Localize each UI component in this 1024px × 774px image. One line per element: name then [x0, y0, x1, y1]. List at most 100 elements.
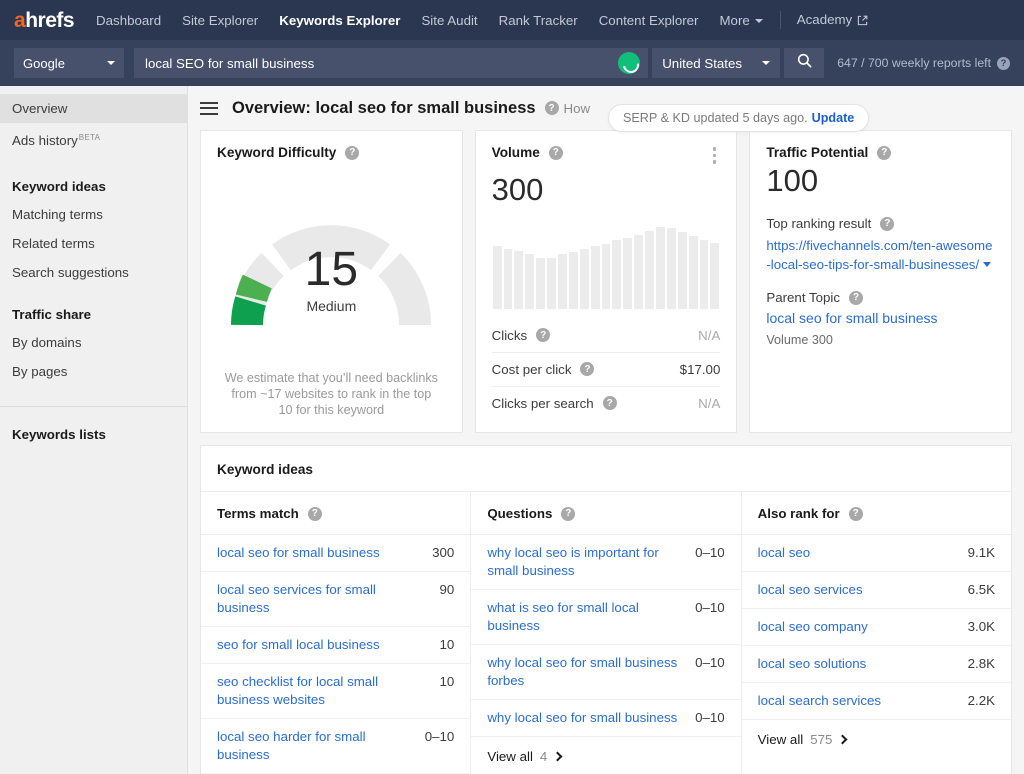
column-header: Questions?: [471, 492, 741, 535]
search-button[interactable]: [784, 48, 825, 78]
kd-gauge-center: 15 Medium: [201, 244, 462, 315]
traffic-card-body: Traffic Potential ? 100 Top ranking resu…: [750, 131, 1011, 359]
help-icon[interactable]: ?: [536, 328, 551, 342]
volume-card-body: Volume ? 300 Clicks? N/A Cost per click …: [476, 131, 737, 432]
keyword-link[interactable]: local search services: [758, 692, 881, 710]
chevron-right-icon: [552, 751, 563, 762]
loading-spinner-icon: [618, 52, 641, 74]
keyword-link[interactable]: local seo company: [758, 618, 868, 636]
keyword-link[interactable]: local seo for small business: [217, 544, 380, 562]
keyword-link[interactable]: local seo services for small business: [217, 581, 430, 617]
top-ranking-result-label-row: Top ranking result ?: [766, 216, 995, 231]
keyword-volume: 3.0K: [967, 619, 995, 634]
chart-bar: [579, 249, 589, 309]
keyword-link[interactable]: seo for small local business: [217, 636, 380, 654]
hamburger-menu-icon[interactable]: [200, 98, 218, 118]
keyword-link[interactable]: local seo harder for small business: [217, 728, 415, 764]
keyword-ideas-column: Terms match? local seo for small business…: [201, 492, 471, 774]
metric-label-wrap: Clicks?: [492, 328, 555, 343]
sidebar-item-by-domains[interactable]: By domains: [0, 328, 187, 357]
sidebar-item-overview[interactable]: Overview: [0, 94, 187, 123]
help-icon[interactable]: ?: [602, 396, 617, 410]
keyword-input-wrapper: [134, 48, 649, 78]
view-all-button[interactable]: View all 4: [471, 737, 740, 774]
kd-label: Medium: [306, 298, 357, 314]
help-icon[interactable]: ?: [880, 216, 895, 231]
column-header-label: Also rank for: [757, 506, 840, 521]
keyword-link[interactable]: seo checklist for local small business w…: [217, 673, 430, 709]
country-select[interactable]: United States: [652, 48, 781, 78]
metric-value: $17.00: [679, 361, 721, 377]
chart-bar: [568, 251, 578, 309]
sidebar-item-search-suggestions[interactable]: Search suggestions: [0, 258, 187, 287]
top-ranking-result-link[interactable]: https://fivechannels.com/ten-awesome-loc…: [766, 236, 995, 274]
page-body: Overview Ads historyBETA Keyword ideas M…: [0, 86, 1024, 774]
chart-bar: [525, 254, 535, 309]
metric-label: Clicks: [491, 327, 528, 343]
traffic-card-title: Traffic Potential: [766, 145, 869, 160]
keyword-link[interactable]: local seo services: [758, 581, 863, 599]
help-icon[interactable]: ?: [561, 506, 576, 521]
nav-keywords-explorer[interactable]: Keywords Explorer: [279, 13, 400, 28]
keyword-link[interactable]: local seo solutions: [758, 655, 867, 673]
chart-bar: [601, 243, 611, 309]
view-all-button[interactable]: View all 575: [742, 720, 1011, 759]
update-link[interactable]: Update: [812, 111, 855, 125]
nav-more[interactable]: More: [719, 13, 763, 28]
help-icon[interactable]: ?: [544, 101, 559, 115]
keyword-link[interactable]: what is seo for small local business: [487, 599, 685, 635]
nav-academy[interactable]: Academy: [797, 12, 868, 29]
keyword-volume: 10: [439, 637, 455, 652]
sidebar-item-by-pages[interactable]: By pages: [0, 357, 187, 386]
top-navigation-bar: ahrefs Dashboard Site Explorer Keywords …: [0, 0, 1024, 40]
help-icon[interactable]: ?: [307, 506, 322, 521]
parent-topic-link[interactable]: local seo for small business: [766, 310, 995, 326]
chart-bar: [710, 242, 720, 309]
sidebar-group-keywords-lists[interactable]: Keywords lists: [0, 421, 187, 448]
chevron-down-icon: [762, 61, 771, 65]
sidebar-item-ads-history[interactable]: Ads historyBETA: [0, 123, 187, 155]
keyword-row: seo for small local business 10: [201, 627, 471, 664]
keyword-link[interactable]: why local seo for small business: [487, 709, 677, 727]
nav-site-explorer[interactable]: Site Explorer: [182, 13, 258, 28]
help-icon[interactable]: ?: [580, 362, 595, 376]
view-all-count: 4: [539, 749, 548, 764]
keyword-row: seo checklist for local small business w…: [201, 664, 471, 719]
chevron-down-icon[interactable]: [983, 262, 992, 267]
sidebar-item-related-terms[interactable]: Related terms: [0, 229, 187, 258]
chart-bar: [699, 240, 709, 309]
nav-site-audit[interactable]: Site Audit: [421, 13, 477, 28]
keyword-link[interactable]: why local seo for small business forbes: [487, 654, 685, 690]
help-icon[interactable]: ?: [848, 506, 863, 521]
nav-dashboard[interactable]: Dashboard: [96, 13, 161, 28]
keyword-search-input[interactable]: [134, 48, 619, 78]
help-icon[interactable]: ?: [345, 145, 360, 160]
chart-bar: [677, 232, 687, 309]
sidebar-item-label: Ads history: [12, 133, 78, 148]
sidebar-item-matching-terms[interactable]: Matching terms: [0, 200, 187, 229]
ahrefs-logo[interactable]: ahrefs: [14, 10, 75, 31]
volume-card-title: Volume: [491, 145, 540, 160]
keyword-link[interactable]: local seo: [758, 544, 810, 562]
keyword-volume: 0–10: [695, 710, 725, 725]
chart-bar: [492, 246, 502, 309]
keyword-row: local seo services 6.5K: [741, 572, 1011, 609]
reports-left-text: 647 / 700 weekly reports left: [837, 56, 991, 70]
column-header: Also rank for?: [741, 492, 1011, 535]
chart-bar: [623, 237, 633, 309]
chevron-down-icon: [754, 18, 763, 23]
keyword-row: why local seo for small business 0–10: [471, 700, 741, 737]
keyword-link[interactable]: why local seo is important for small bus…: [487, 544, 685, 580]
nav-content-explorer[interactable]: Content Explorer: [599, 13, 699, 28]
search-engine-select[interactable]: Google: [14, 48, 124, 78]
kd-gauge: 15 Medium: [201, 172, 462, 370]
nav-rank-tracker[interactable]: Rank Tracker: [499, 13, 578, 28]
metric-row: Clicks per search? N/A: [491, 385, 721, 420]
help-icon[interactable]: ?: [849, 290, 864, 305]
help-icon[interactable]: ?: [877, 145, 892, 160]
country-value: United States: [662, 55, 743, 71]
help-icon[interactable]: ?: [548, 145, 563, 160]
keyword-row: local seo for small business 300: [201, 535, 471, 572]
kebab-menu-icon[interactable]: [709, 145, 721, 169]
help-icon[interactable]: ?: [997, 56, 1010, 70]
